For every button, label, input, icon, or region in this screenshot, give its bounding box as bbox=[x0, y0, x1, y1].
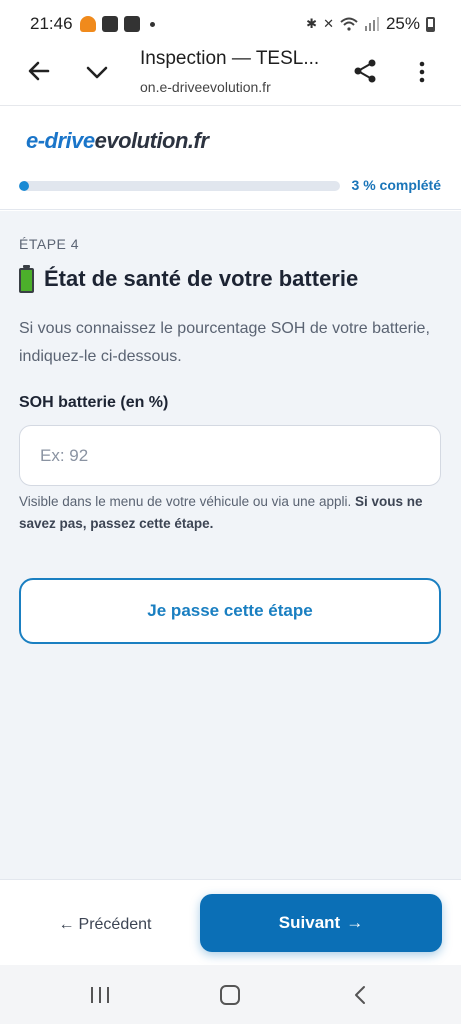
status-bar: 21:46 ✱ ✕ 25% bbox=[0, 0, 461, 48]
step-description: Si vous connaissez le pourcentage SOH de… bbox=[19, 320, 430, 365]
battery-icon bbox=[426, 16, 435, 32]
wifi-icon bbox=[340, 17, 358, 31]
step-title-row: État de santé de votre batterie bbox=[19, 265, 358, 293]
mute-icon: ✕ bbox=[323, 16, 334, 31]
step-content: ÉTAPE 4 État de santé de votre batterie … bbox=[0, 211, 461, 879]
progress-fill bbox=[19, 181, 29, 191]
progress-bar bbox=[19, 181, 340, 191]
browser-url[interactable]: on.e-driveevolution.fr bbox=[140, 79, 271, 95]
help-text: Visible dans le menu de votre véhicule o… bbox=[19, 494, 423, 531]
soh-input[interactable] bbox=[19, 425, 441, 486]
battery-percent: 25% bbox=[385, 14, 420, 33]
system-nav-bar bbox=[0, 965, 461, 1024]
next-button[interactable]: Suivant → bbox=[200, 894, 442, 952]
share-icon[interactable] bbox=[352, 58, 378, 84]
browser-toolbar: Inspection — TESL... on.e-driveevolution… bbox=[0, 48, 461, 106]
form-footer: ← Précédent Suivant → bbox=[0, 879, 461, 965]
step-label: ÉTAPE 4 bbox=[19, 236, 80, 252]
notification-dot bbox=[150, 21, 155, 27]
back-arrow-icon[interactable] bbox=[26, 58, 52, 84]
signal-icon bbox=[364, 17, 379, 31]
progress-label: 3 % complété bbox=[351, 177, 441, 193]
bluetooth-icon: ✱ bbox=[306, 16, 318, 31]
browser-tab-title: Inspection — TESL... bbox=[140, 48, 320, 69]
app-icon bbox=[124, 16, 140, 32]
arrow-right-icon: → bbox=[346, 913, 364, 932]
more-vert-icon[interactable] bbox=[414, 60, 430, 84]
previous-button[interactable]: ← Précédent bbox=[30, 910, 180, 940]
arrow-left-icon: ← bbox=[58, 916, 75, 933]
site-header: e-driveevolution.fr 3 % complété bbox=[0, 106, 461, 210]
back-icon[interactable] bbox=[352, 985, 368, 1005]
page-title: État de santé de votre batterie bbox=[44, 266, 359, 291]
recents-icon[interactable] bbox=[91, 987, 109, 1003]
gallery-icon bbox=[102, 16, 118, 32]
skip-step-button[interactable]: Je passe cette étape bbox=[19, 578, 441, 644]
site-logo[interactable]: e-driveevolution.fr bbox=[26, 128, 209, 154]
chevron-down-icon[interactable] bbox=[84, 60, 110, 84]
status-time: 21:46 bbox=[30, 14, 73, 33]
heart-app-icon bbox=[80, 16, 96, 32]
battery-icon bbox=[19, 265, 34, 293]
soh-field-label: SOH batterie (en %) bbox=[19, 394, 169, 411]
home-icon[interactable] bbox=[220, 985, 240, 1005]
